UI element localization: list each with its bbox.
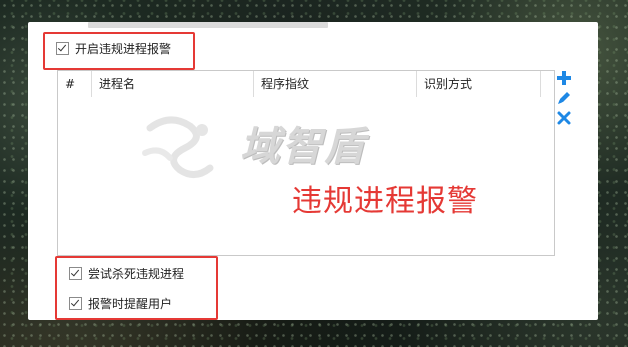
column-header-detection-method[interactable]: 识别方式 bbox=[417, 71, 541, 97]
clipped-heading bbox=[88, 22, 328, 28]
highlight-box-options bbox=[55, 256, 218, 320]
close-icon[interactable] bbox=[556, 110, 572, 126]
column-header-process-name[interactable]: 进程名 bbox=[92, 71, 254, 97]
watermark-logo bbox=[142, 116, 214, 178]
watermark-text: 域智盾 bbox=[240, 124, 366, 170]
plus-icon[interactable] bbox=[556, 70, 572, 86]
highlight-box-enable-alarm bbox=[43, 32, 195, 70]
column-header-fingerprint[interactable]: 程序指纹 bbox=[254, 71, 417, 97]
pencil-icon[interactable] bbox=[556, 90, 572, 106]
annotation-title: 违规进程报警 bbox=[292, 184, 478, 219]
table-header: # 进程名 程序指纹 识别方式 bbox=[58, 71, 554, 97]
column-header-index[interactable]: # bbox=[58, 71, 92, 97]
